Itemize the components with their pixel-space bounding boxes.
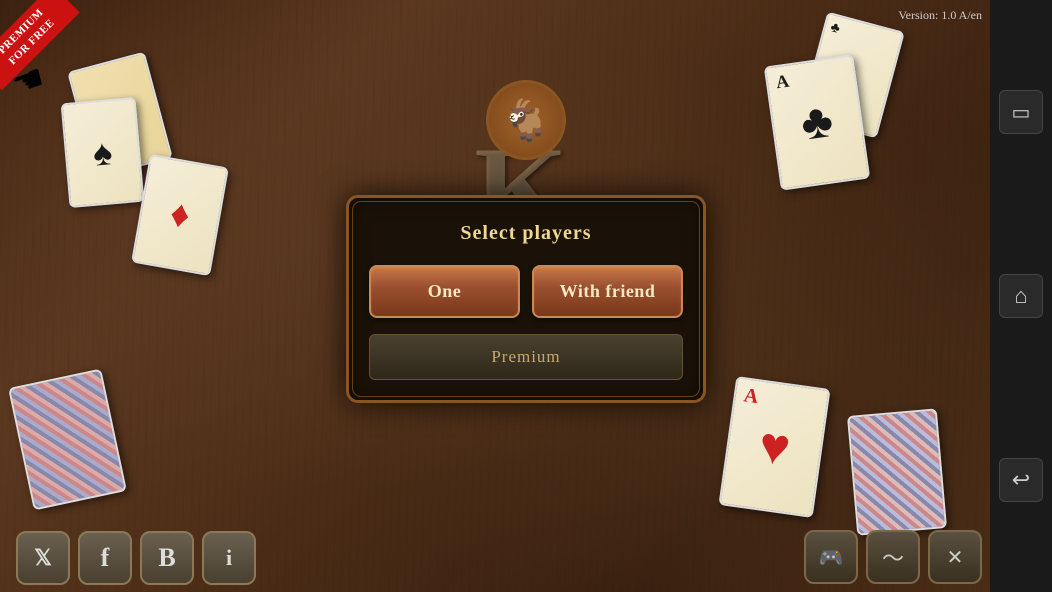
card-ace-clubs: ♣ [764,54,871,190]
sidebar: ▭ ⌂ ↩ [990,0,1052,592]
home-icon: ⌂ [1014,283,1027,309]
home-button[interactable]: ⌂ [999,274,1043,318]
facebook-button[interactable]: f [78,531,132,585]
wave-icon: 〜 [882,541,904,573]
select-players-dialog: Select players One With friend Premium [346,195,706,403]
info-button[interactable]: i [202,531,256,585]
twitter-button[interactable]: 𝕏 [16,531,70,585]
right-bottom-buttons: 🎮 〜 ✕ [804,530,982,584]
blog-button[interactable]: B [140,531,194,585]
version-text: Version: 1.0 A/en [898,8,982,23]
back-button[interactable]: ↩ [999,458,1043,502]
one-player-button[interactable]: One [369,265,520,318]
tools-button[interactable]: ✕ [928,530,982,584]
with-friend-button[interactable]: With friend [532,265,683,318]
goat-icon: 🐐 [486,80,566,160]
blog-icon: B [158,543,175,573]
card-spade: ♠ [61,97,145,208]
goat-logo: 🐐 [486,80,566,160]
info-icon: i [226,545,232,571]
screen-button[interactable]: ▭ [999,90,1043,134]
back-icon: ↩ [1012,467,1030,493]
wave-button[interactable]: 〜 [866,530,920,584]
twitter-icon: 𝕏 [34,545,52,571]
gamepad-icon: 🎮 [819,545,844,570]
tools-icon: ✕ [947,545,964,570]
facebook-icon: f [101,543,110,573]
dialog-title: Select players [369,222,683,245]
card-plaid-bottom-right [847,408,947,535]
gamepad-button[interactable]: 🎮 [804,530,858,584]
player-buttons-group: One With friend [369,265,683,318]
card-ace-hearts: ♥ [718,376,830,518]
screen-icon: ▭ [1012,100,1031,125]
premium-button[interactable]: Premium [369,334,683,380]
title-area: 🐐 [486,80,566,150]
